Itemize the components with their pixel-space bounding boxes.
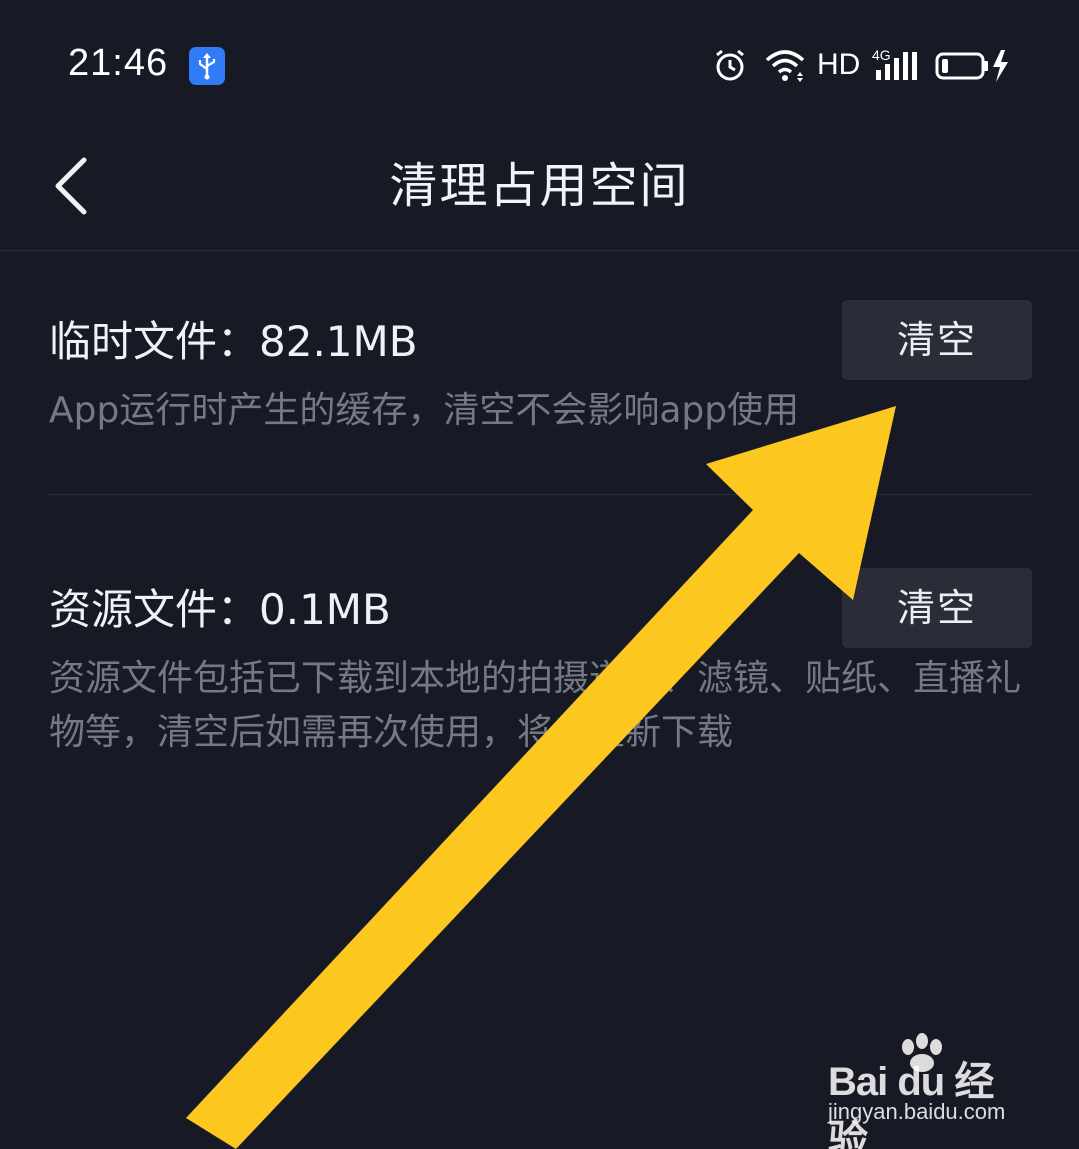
nav-bar: 清理占用空间 (0, 130, 1079, 251)
clear-resource-files-button[interactable]: 清空 (842, 568, 1032, 648)
battery-icon (935, 46, 1015, 86)
divider (49, 494, 1032, 495)
wifi-icon (764, 46, 806, 86)
item-description: 资源文件包括已下载到本地的拍摄道具、滤镜、贴纸、直播礼物等，清空后如需再次使用，… (49, 658, 1022, 753)
usb-debug-icon (189, 47, 225, 85)
app-screen: 21:46 HD 4G 清理占用空间 临时文件：82.1MB App运行时产生的… (0, 0, 1079, 1149)
status-time: 21:46 (68, 42, 169, 84)
charging-icon (993, 50, 1008, 82)
alarm-icon (713, 46, 747, 86)
signal-icon: 4G (872, 46, 920, 86)
item-description: App运行时产生的缓存，清空不会影响app使用 (49, 390, 800, 431)
status-bar: 21:46 HD 4G (0, 0, 1079, 130)
page-title: 清理占用空间 (389, 158, 690, 214)
item-title: 临时文件：82.1MB (49, 317, 418, 366)
clear-temp-files-button[interactable]: 清空 (842, 300, 1032, 380)
network-type: 4G (872, 47, 891, 63)
watermark-url: jingyan.baidu.com (828, 1099, 1006, 1124)
baidu-watermark: Bai du 经验 jingyan.baidu.com (828, 1033, 1028, 1149)
network-label: HD (817, 48, 861, 81)
item-title: 资源文件：0.1MB (49, 585, 391, 634)
